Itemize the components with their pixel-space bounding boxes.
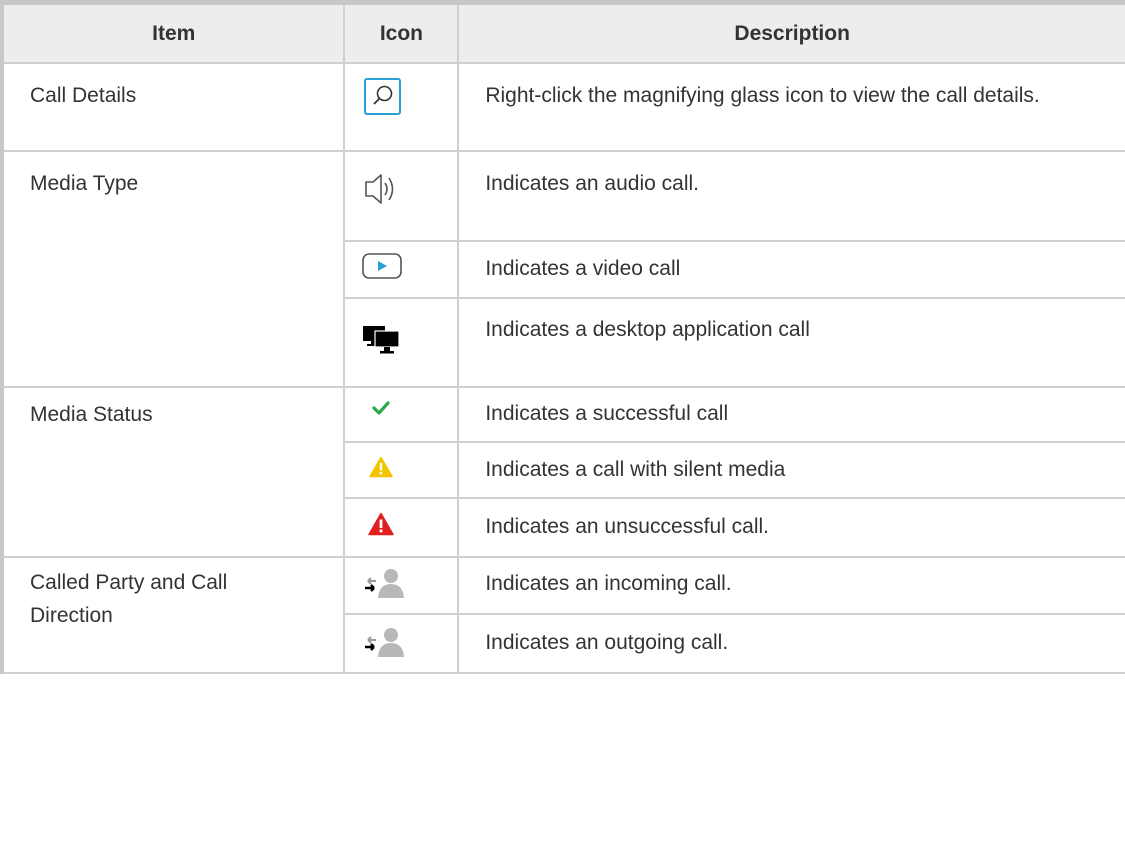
item-label: Called Party and Call Direction — [30, 571, 228, 627]
item-cell-media-status: Media Status — [0, 386, 346, 558]
icon-cell — [343, 497, 460, 558]
table-row: Called Party and Call Direction Indicate… — [0, 556, 1125, 674]
item-label: Media Type — [30, 172, 139, 195]
header-description: Description — [457, 0, 1125, 64]
description-cell: Indicates a video call — [457, 240, 1125, 299]
item-label: Call Details — [30, 84, 137, 107]
item-cell-called-party: Called Party and Call Direction — [0, 556, 346, 674]
magnifying-glass-icon[interactable] — [364, 78, 402, 115]
description-text: Indicates an incoming call. — [485, 572, 732, 595]
item-label: Media Status — [30, 403, 153, 426]
icon-cell — [343, 62, 460, 152]
header-icon: Icon — [343, 0, 460, 64]
item-cell-media-type: Media Type — [0, 150, 346, 388]
table-row: Media Status Indicates a successful call — [0, 386, 1125, 558]
description-cell: Indicates a successful call — [457, 386, 1125, 443]
green-check-icon — [372, 400, 391, 416]
description-cell: Indicates an incoming call. — [457, 556, 1125, 615]
table-row: Media Type Indicates an audio call. — [0, 150, 1125, 388]
description-cell: Indicates an audio call. — [457, 150, 1125, 242]
item-cell-call-details: Call Details — [0, 62, 346, 152]
yellow-warning-icon — [369, 456, 394, 478]
description-cell: Indicates an unsuccessful call. — [457, 497, 1125, 558]
description-cell: Indicates an outgoing call. — [457, 613, 1125, 674]
description-text: Indicates an unsuccessful call. — [485, 515, 769, 538]
icon-cell — [343, 240, 460, 299]
header-row: Item Icon Description — [0, 0, 1125, 64]
header-item: Item — [0, 0, 346, 64]
icon-cell — [343, 441, 460, 499]
outgoing-call-person-icon — [364, 626, 405, 658]
icon-cell — [343, 386, 460, 443]
red-warning-icon — [368, 512, 395, 536]
description-cell: Indicates a desktop application call — [457, 297, 1125, 388]
call-details-table: Item Icon Description Call Details Right… — [0, 0, 1125, 674]
description-cell: Indicates a call with silent media — [457, 441, 1125, 499]
incoming-call-person-icon — [364, 567, 405, 599]
description-text: Indicates a video call — [485, 257, 681, 280]
description-cell: Right-click the magnifying glass icon to… — [457, 62, 1125, 152]
description-text: Indicates a successful call — [485, 402, 729, 425]
video-play-icon — [362, 253, 403, 279]
icon-cell — [343, 556, 460, 615]
dual-monitor-icon — [362, 325, 401, 355]
icon-cell — [343, 613, 460, 674]
description-text: Indicates a call with silent media — [485, 458, 786, 481]
description-text: Indicates an audio call. — [485, 172, 699, 195]
speaker-icon — [363, 171, 399, 207]
icon-cell — [343, 297, 460, 388]
table-row: Call Details Right-click the magnifying … — [0, 62, 1125, 152]
description-text: Right-click the magnifying glass icon to… — [485, 84, 1040, 107]
icon-cell — [343, 150, 460, 242]
description-text: Indicates a desktop application call — [485, 318, 810, 341]
description-text: Indicates an outgoing call. — [485, 631, 729, 654]
